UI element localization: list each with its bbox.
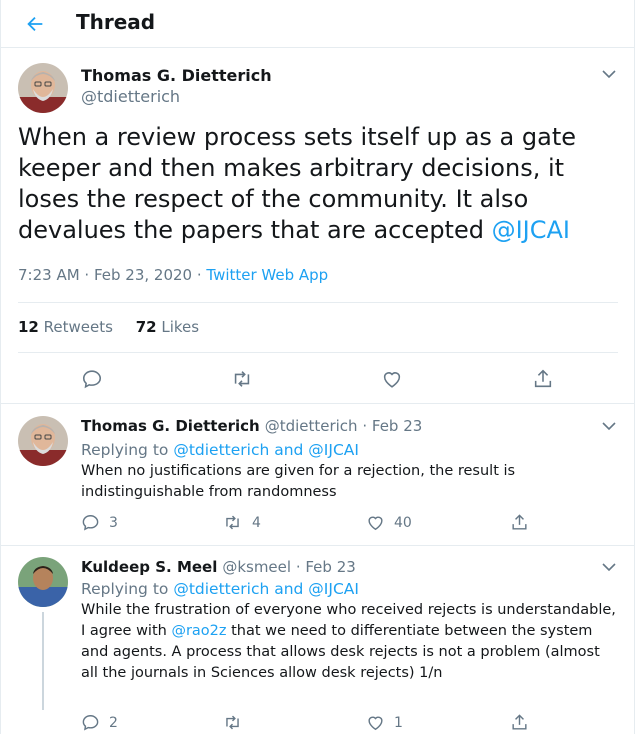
thread-header: Thread <box>1 0 634 48</box>
retweets-count: 12 <box>18 318 39 336</box>
tweet-source[interactable]: Twitter Web App <box>206 266 328 284</box>
retweet-button[interactable]: 4 <box>222 513 261 532</box>
thread-line <box>42 612 44 710</box>
divider <box>1 545 634 546</box>
heart-icon <box>368 716 383 731</box>
replying-to-link[interactable]: @tdietterich and @IJCAI <box>173 580 359 598</box>
author-name[interactable]: Thomas G. Dietterich <box>81 66 272 85</box>
separator-dot: · <box>357 417 372 435</box>
tweet-date[interactable]: Feb 23 <box>305 558 355 576</box>
like-count: 1 <box>394 714 403 731</box>
more-options-button[interactable] <box>601 66 617 82</box>
author-handle[interactable]: @tdietterich <box>265 417 358 435</box>
retweet-icon <box>226 515 239 530</box>
chevron-down-icon <box>602 70 616 79</box>
tweet-text: When a review process sets itself up as … <box>18 122 618 246</box>
more-options-button[interactable] <box>601 559 617 575</box>
share-button[interactable] <box>530 366 556 392</box>
heart-icon <box>368 516 383 531</box>
avatar[interactable] <box>18 416 68 466</box>
like-button[interactable]: 40 <box>366 513 412 532</box>
tweet-meta: 7:23 AM · Feb 23, 2020 · Twitter Web App <box>18 265 328 285</box>
tweet-date[interactable]: Feb 23 <box>372 417 422 435</box>
mention-link[interactable]: @rao2z <box>171 623 226 639</box>
replying-to-label: Replying to <box>81 580 174 598</box>
reply-button[interactable] <box>79 366 105 392</box>
retweet-icon <box>226 715 239 730</box>
share-icon <box>512 714 527 730</box>
retweet-button[interactable] <box>222 713 252 732</box>
separator-dot: · <box>291 558 306 576</box>
retweets-stat[interactable]: 12 Retweets <box>18 317 113 337</box>
like-count: 40 <box>394 514 412 531</box>
retweet-count: 4 <box>252 514 261 531</box>
mention-link[interactable]: @IJCAI <box>492 216 570 244</box>
retweet-button[interactable] <box>229 366 255 392</box>
reply-text: When no justifications are given for a r… <box>81 463 516 500</box>
likes-count: 72 <box>135 318 157 336</box>
share-icon <box>512 514 527 530</box>
tweet-stats: 12 Retweets 72 Likes <box>18 317 217 337</box>
reply-icon <box>82 370 102 389</box>
retweet-icon <box>234 371 250 387</box>
reply-icon <box>82 715 99 731</box>
like-button[interactable] <box>379 366 405 392</box>
chevron-down-icon <box>602 563 616 572</box>
heart-icon <box>383 372 401 388</box>
more-options-button[interactable] <box>601 418 617 434</box>
likes-stat[interactable]: 72 Likes <box>136 317 199 337</box>
chevron-down-icon <box>602 422 616 431</box>
reply-button[interactable]: 2 <box>81 713 118 732</box>
author-name[interactable]: Kuldeep S. Meel <box>81 558 217 576</box>
author-name[interactable]: Thomas G. Dietterich <box>81 417 260 435</box>
divider <box>18 352 618 353</box>
likes-label: Likes <box>161 318 200 336</box>
thread-page: Thread Thomas G. Dietterich @tdietterich… <box>0 0 635 734</box>
reply-count: 3 <box>109 514 118 531</box>
replying-to: Replying to @tdietterich and @IJCAI <box>81 440 359 460</box>
share-button[interactable] <box>510 713 529 732</box>
like-button[interactable]: 1 <box>366 713 403 732</box>
share-icon <box>534 369 552 388</box>
reply-count: 2 <box>109 714 118 731</box>
page-title: Thread <box>76 10 156 34</box>
replying-to-link[interactable]: @tdietterich and @IJCAI <box>173 441 359 459</box>
retweets-label: Retweets <box>43 318 113 336</box>
replying-to: Replying to @tdietterich and @IJCAI <box>81 579 359 599</box>
replying-to-label: Replying to <box>81 441 174 459</box>
share-button[interactable] <box>510 513 529 532</box>
author-handle[interactable]: @ksmeel <box>222 558 291 576</box>
reply-header: Kuldeep S. Meel @ksmeel · Feb 23 <box>81 557 356 577</box>
divider <box>1 403 634 404</box>
author-handle[interactable]: @tdietterich <box>81 87 180 106</box>
arrow-left-icon <box>27 16 43 32</box>
divider <box>18 302 618 303</box>
tweet-timestamp[interactable]: 7:23 AM · Feb 23, 2020 · <box>18 266 206 284</box>
reply-header: Thomas G. Dietterich @tdietterich · Feb … <box>81 416 422 436</box>
reply-text: While the frustration of everyone who re… <box>81 600 616 684</box>
avatar[interactable] <box>18 557 68 607</box>
reply-button[interactable]: 3 <box>81 513 118 532</box>
avatar[interactable] <box>18 63 68 113</box>
reply-icon <box>82 515 99 531</box>
back-button[interactable] <box>21 10 49 38</box>
